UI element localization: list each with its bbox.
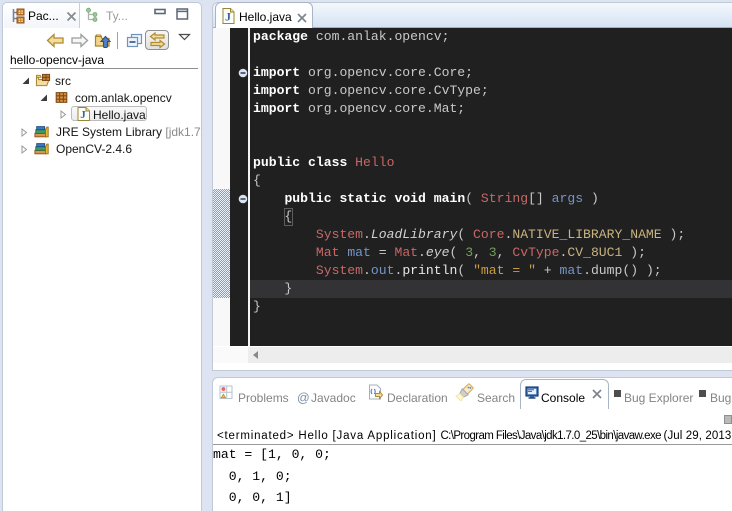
svg-text:J: J <box>225 10 231 24</box>
svg-text:J: J <box>80 109 86 121</box>
